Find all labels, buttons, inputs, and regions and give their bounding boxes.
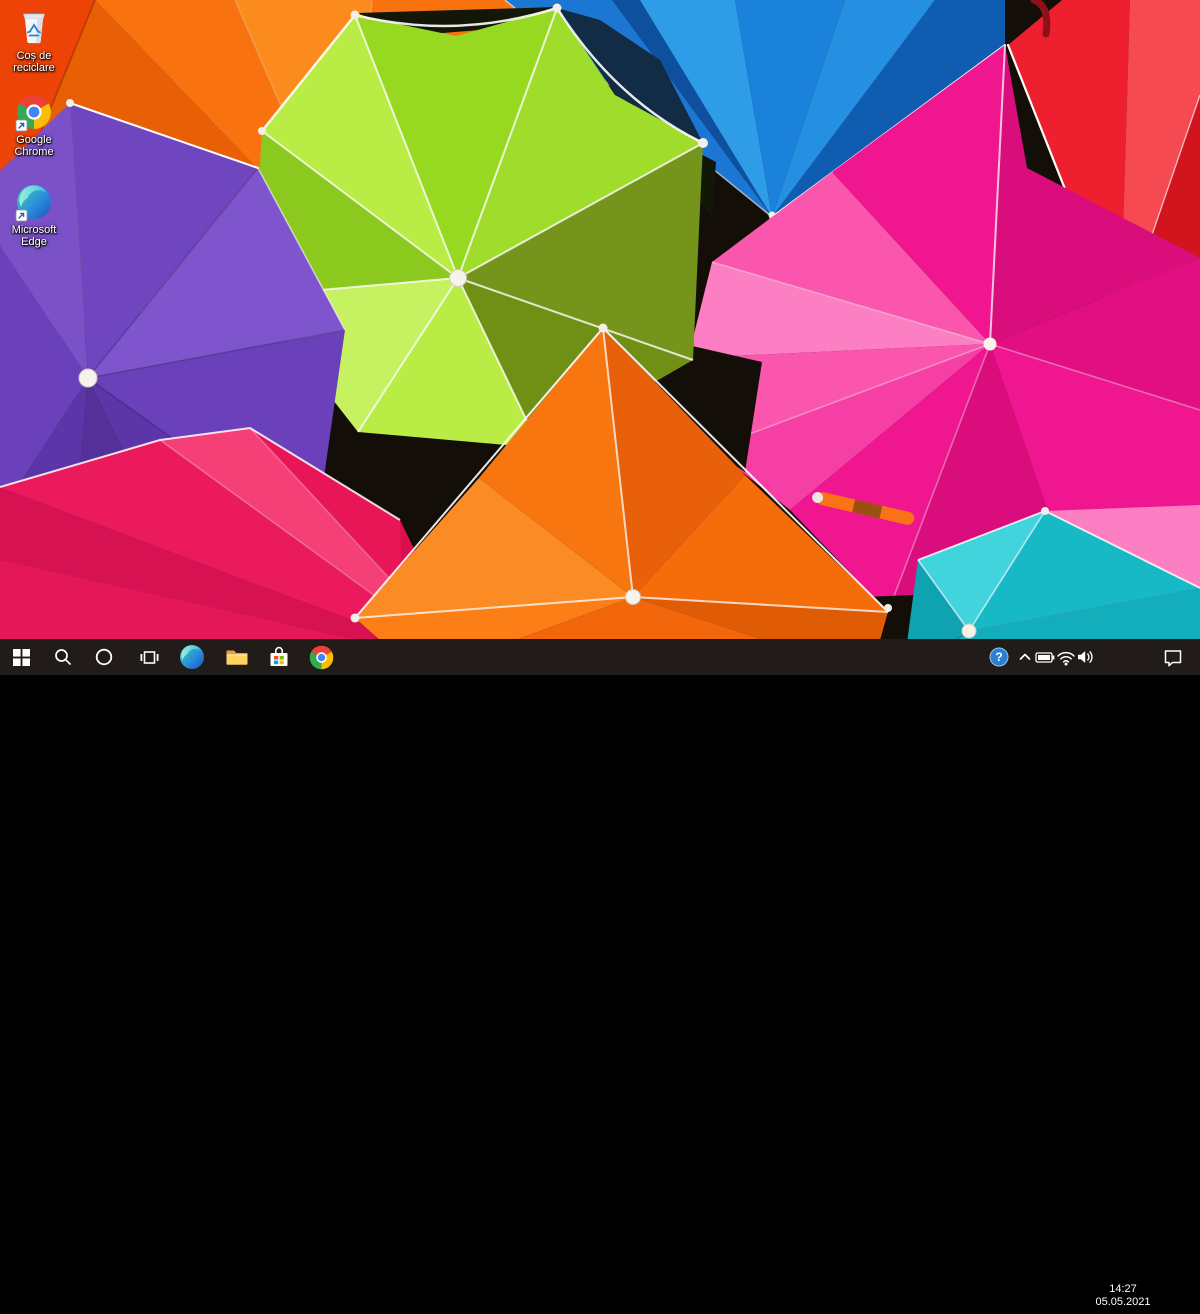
desktop-icon-label: Google Chrome (1, 134, 67, 158)
action-center-button[interactable] (1158, 639, 1188, 675)
tray-help-icon[interactable]: ? (986, 639, 1012, 675)
svg-text:?: ? (995, 650, 1002, 664)
clock-date: 05.05.2021 (1088, 1296, 1158, 1309)
edge-icon (179, 644, 205, 670)
wallpaper-umbrellas (0, 0, 1200, 639)
chrome-icon (309, 645, 334, 670)
tray-volume-icon[interactable] (1073, 639, 1099, 675)
notification-bubble-icon (1163, 648, 1183, 667)
chrome-icon (15, 94, 53, 132)
taskbar-chrome-button[interactable] (301, 639, 341, 675)
desktop-icon-recycle-bin[interactable]: Coș de reciclare (1, 6, 67, 74)
search-icon (54, 648, 72, 666)
desktop-icon-label: Microsoft Edge (1, 224, 67, 248)
desktop-icon-microsoft-edge[interactable]: Microsoft Edge (1, 184, 67, 248)
cortana-button[interactable] (84, 639, 124, 675)
task-view-button[interactable] (129, 639, 169, 675)
windows-logo-icon (13, 649, 30, 666)
recycle-bin-icon (14, 6, 54, 48)
desktop-icon-label: Coș de reciclare (1, 50, 67, 74)
task-view-icon (140, 649, 159, 666)
clock-time: 14:27 (1088, 1283, 1158, 1296)
search-button[interactable] (43, 639, 83, 675)
taskbar-edge-button[interactable] (172, 639, 212, 675)
desktop-icon-google-chrome[interactable]: Google Chrome (1, 94, 67, 158)
edge-icon (15, 184, 53, 222)
cortana-icon (95, 648, 113, 666)
taskbar-file-explorer-button[interactable] (217, 639, 257, 675)
start-button[interactable] (1, 639, 41, 675)
shortcut-arrow-icon (16, 120, 27, 131)
shortcut-arrow-icon (16, 210, 27, 221)
microsoft-store-icon (267, 645, 291, 669)
tray-clock[interactable]: 14:27 05.05.2021 (1088, 1278, 1158, 1314)
chevron-up-icon (1018, 650, 1032, 664)
file-explorer-icon (225, 646, 249, 668)
taskbar-store-button[interactable] (259, 639, 299, 675)
taskbar: ? 14:27 05.05.2021 (0, 639, 1200, 675)
